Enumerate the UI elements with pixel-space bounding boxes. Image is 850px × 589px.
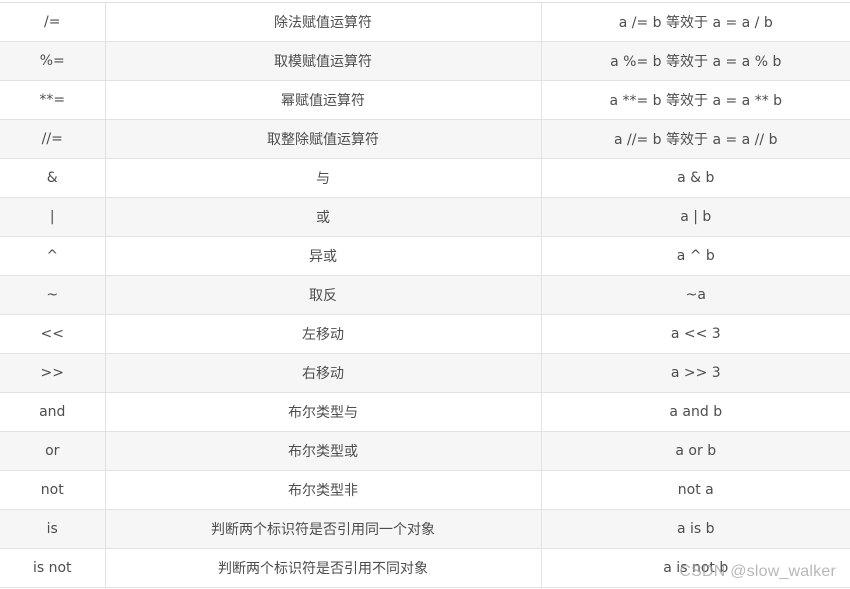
- table-row: and 布尔类型与 a and b: [0, 392, 850, 432]
- table-row: ^ 异或 a ^ b: [0, 236, 850, 276]
- example-cell: a << 3: [540, 314, 850, 354]
- table-row: not 布尔类型非 not a: [0, 470, 850, 510]
- description-cell: 幂赋值运算符: [104, 80, 542, 120]
- example-cell: a //= b 等效于 a = a // b: [540, 119, 850, 159]
- description-cell: 与: [104, 158, 542, 198]
- example-cell: a or b: [540, 431, 850, 471]
- description-cell: 布尔类型或: [104, 431, 542, 471]
- example-cell: a ^ b: [540, 236, 850, 276]
- operator-cell: ^: [0, 236, 106, 276]
- example-cell: a %= b 等效于 a = a % b: [540, 41, 850, 81]
- operator-cell: /=: [0, 2, 106, 42]
- operator-cell: is not: [0, 548, 106, 588]
- operator-table-body: /= 除法赋值运算符 a /= b 等效于 a = a / b %= 取模赋值运…: [0, 2, 850, 588]
- operator-cell: %=: [0, 41, 106, 81]
- table-row: or 布尔类型或 a or b: [0, 431, 850, 471]
- table-row: **= 幂赋值运算符 a **= b 等效于 a = a ** b: [0, 80, 850, 120]
- description-cell: 取整除赋值运算符: [104, 119, 542, 159]
- table-row: //= 取整除赋值运算符 a //= b 等效于 a = a // b: [0, 119, 850, 159]
- table-row: >> 右移动 a >> 3: [0, 353, 850, 393]
- watermark: CSDN @slow_walker: [679, 563, 836, 580]
- operator-table: /= 除法赋值运算符 a /= b 等效于 a = a / b %= 取模赋值运…: [0, 2, 850, 588]
- example-cell: a | b: [540, 197, 850, 237]
- operator-cell: >>: [0, 353, 106, 393]
- operator-cell: not: [0, 470, 106, 510]
- operator-cell: <<: [0, 314, 106, 354]
- example-cell: a **= b 等效于 a = a ** b: [540, 80, 850, 120]
- operator-cell: //=: [0, 119, 106, 159]
- operator-cell: &: [0, 158, 106, 198]
- example-cell: ~a: [540, 275, 850, 315]
- description-cell: 布尔类型非: [104, 470, 542, 510]
- operator-cell: **=: [0, 80, 106, 120]
- description-cell: 左移动: [104, 314, 542, 354]
- table-row: %= 取模赋值运算符 a %= b 等效于 a = a % b: [0, 41, 850, 81]
- description-cell: 右移动: [104, 353, 542, 393]
- operator-cell: is: [0, 509, 106, 549]
- example-cell: a & b: [540, 158, 850, 198]
- description-cell: 布尔类型与: [104, 392, 542, 432]
- description-cell: 或: [104, 197, 542, 237]
- description-cell: 判断两个标识符是否引用不同对象: [104, 548, 542, 588]
- table-row: ~ 取反 ~a: [0, 275, 850, 315]
- operator-cell: |: [0, 197, 106, 237]
- operator-cell: and: [0, 392, 106, 432]
- description-cell: 判断两个标识符是否引用同一个对象: [104, 509, 542, 549]
- example-cell: a and b: [540, 392, 850, 432]
- table-row: << 左移动 a << 3: [0, 314, 850, 354]
- table-row: /= 除法赋值运算符 a /= b 等效于 a = a / b: [0, 2, 850, 42]
- description-cell: 异或: [104, 236, 542, 276]
- description-cell: 除法赋值运算符: [104, 2, 542, 42]
- example-cell: a >> 3: [540, 353, 850, 393]
- example-cell: a /= b 等效于 a = a / b: [540, 2, 850, 42]
- example-cell: not a: [540, 470, 850, 510]
- table-row: & 与 a & b: [0, 158, 850, 198]
- table-row: | 或 a | b: [0, 197, 850, 237]
- operator-cell: ~: [0, 275, 106, 315]
- operator-cell: or: [0, 431, 106, 471]
- description-cell: 取模赋值运算符: [104, 41, 542, 81]
- example-cell: a is b: [540, 509, 850, 549]
- description-cell: 取反: [104, 275, 542, 315]
- table-row: is 判断两个标识符是否引用同一个对象 a is b: [0, 509, 850, 549]
